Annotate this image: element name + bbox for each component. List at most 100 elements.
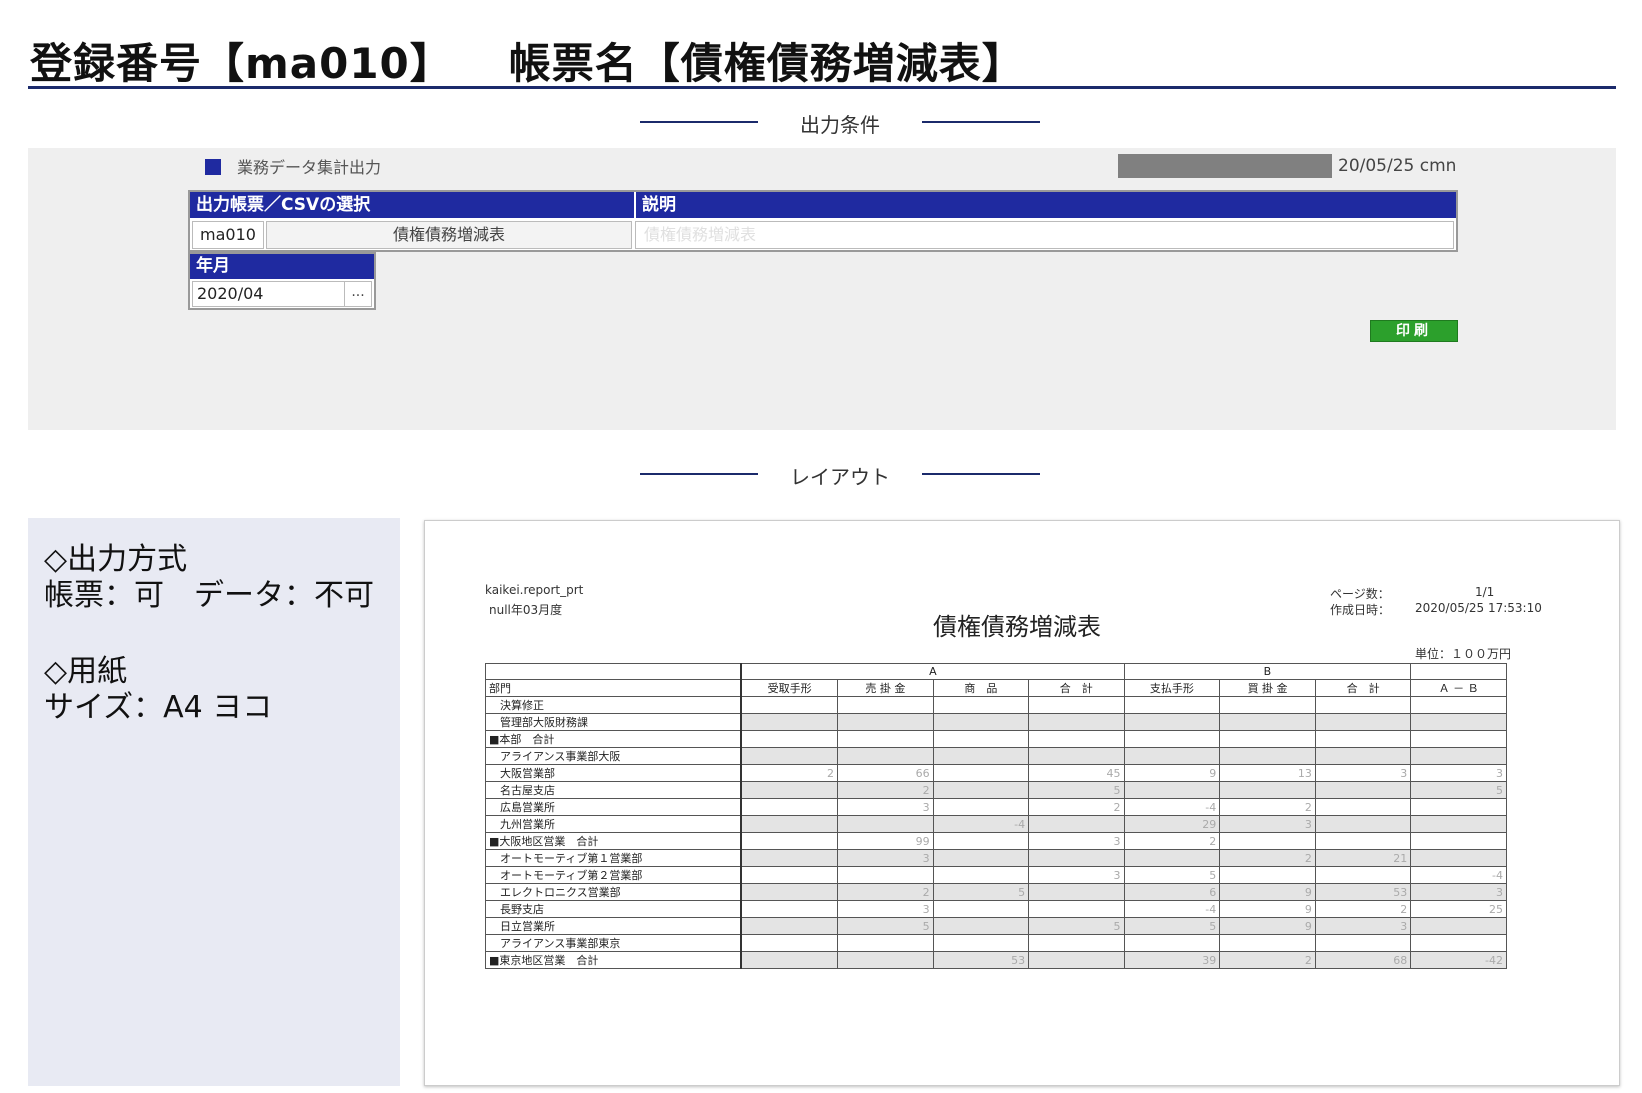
unit-label: 単位：１００万円 xyxy=(1415,647,1512,661)
report-value-cell: 53 xyxy=(932,951,1030,969)
report-row: 広島営業所 3 2 -4 2 xyxy=(485,798,1507,816)
report-code-field[interactable]: ma010 xyxy=(192,221,264,249)
report-value-cell xyxy=(1410,934,1507,952)
report-dept-cell: 九州営業所 xyxy=(485,815,743,833)
report-value-cell: -4 xyxy=(1123,900,1221,918)
report-value-cell xyxy=(932,866,1030,884)
report-value-cell xyxy=(1028,849,1125,867)
report-value-cell: 2 xyxy=(740,764,839,782)
date-user-stamp: 20/05/25 cmn xyxy=(1338,156,1457,176)
report-value-cell: 3 xyxy=(1410,764,1507,782)
year-month-table: 年月 2020/04 ... xyxy=(188,252,376,310)
report-table: A B 部門 受取手形売 掛 金商 品合 計支払手形買 掛 金合 計Ａ － Ｂ 決算修正… xyxy=(485,663,1507,969)
report-value-cell xyxy=(1410,696,1507,714)
page-count-label: ページ数： xyxy=(1330,587,1390,601)
report-row: ■大阪地区営業 合計 99 3 2 xyxy=(485,832,1507,850)
report-value-cell: 39 xyxy=(1123,951,1221,969)
form-name: 帳票名【債権債務増減表】 xyxy=(508,39,1025,88)
report-row: 九州営業所 -4 29 3 xyxy=(485,815,1507,833)
report-value-cell xyxy=(1123,849,1221,867)
report-column-header: 売 掛 金 xyxy=(837,679,934,697)
report-row: オートモーティブ第１営業部 3 2 21 xyxy=(485,849,1507,867)
report-value-cell xyxy=(837,713,934,731)
divider xyxy=(922,473,1040,475)
report-value-cell: -4 xyxy=(932,815,1030,833)
report-value-cell xyxy=(1314,934,1412,952)
report-value-cell xyxy=(1028,815,1125,833)
report-value-cell xyxy=(740,883,839,901)
page-count-value: 1/1 xyxy=(1475,585,1495,599)
report-value-cell xyxy=(740,832,839,850)
redacted-user-box xyxy=(1118,154,1332,178)
report-value-cell xyxy=(837,747,934,765)
report-value-cell xyxy=(1028,934,1125,952)
output-info-panel: ◇出力方式 帳票：可 データ：不可 ◇用紙 サイズ：A4 ヨコ xyxy=(28,518,400,1086)
report-title: 債権債務増減表 xyxy=(933,613,1101,641)
year-month-picker-button[interactable]: ... xyxy=(344,281,372,307)
report-value-cell xyxy=(932,934,1030,952)
report-value-cell xyxy=(740,917,839,935)
created-at-value: 2020/05/25 17:53:10 xyxy=(1415,601,1542,615)
page-title: 登録番号【ma010】 帳票名【債権債務増減表】 xyxy=(30,30,1025,91)
report-value-cell xyxy=(1028,900,1125,918)
report-value-cell xyxy=(1219,696,1316,714)
report-dept-cell: 名古屋支店 xyxy=(485,781,743,799)
report-value-cell: 2 xyxy=(1028,798,1125,816)
report-value-cell xyxy=(932,900,1030,918)
report-value-cell xyxy=(740,951,839,969)
section-heading-conditions: 出力条件 xyxy=(640,106,1040,137)
year-month-header: 年月 xyxy=(190,254,374,279)
report-value-cell xyxy=(740,781,839,799)
report-value-cell xyxy=(740,815,839,833)
report-value-cell xyxy=(1219,832,1316,850)
report-value-cell: 29 xyxy=(1123,815,1221,833)
report-value-cell: 3 xyxy=(1314,917,1412,935)
report-value-cell: 3 xyxy=(1219,815,1316,833)
report-value-cell xyxy=(837,815,934,833)
report-value-cell xyxy=(932,730,1030,748)
report-row: 決算修正 xyxy=(485,696,1507,714)
report-value-cell xyxy=(1410,798,1507,816)
report-dept-cell: 決算修正 xyxy=(485,696,743,714)
report-value-cell: 9 xyxy=(1219,900,1316,918)
report-value-cell: 3 xyxy=(837,798,934,816)
report-row: 名古屋支店 2 5 5 xyxy=(485,781,1507,799)
report-value-cell xyxy=(1219,866,1316,884)
title-underline xyxy=(28,86,1616,89)
report-value-cell xyxy=(1314,815,1412,833)
print-button[interactable]: 印刷 xyxy=(1370,320,1458,342)
report-dept-cell: ■東京地区営業 合計 xyxy=(485,951,743,969)
report-value-cell: 3 xyxy=(1314,764,1412,782)
year-month-input[interactable]: 2020/04 xyxy=(192,281,346,307)
report-dept-cell: アライアンス事業部大阪 xyxy=(485,747,743,765)
report-value-cell: 13 xyxy=(1219,764,1316,782)
select-header: 出力帳票／CSVの選択 xyxy=(190,192,634,218)
report-value-cell xyxy=(1410,713,1507,731)
report-value-cell: 9 xyxy=(1219,917,1316,935)
report-value-cell: -4 xyxy=(1123,798,1221,816)
report-value-cell xyxy=(1410,832,1507,850)
app-title: 業務データ集計出力 xyxy=(205,154,381,178)
report-period: null年03月度 xyxy=(489,603,563,617)
report-value-cell: 2 xyxy=(1314,900,1412,918)
report-value-cell xyxy=(837,866,934,884)
report-dept-cell: ■大阪地区営業 合計 xyxy=(485,832,743,850)
report-name-field[interactable]: 債権債務増減表 xyxy=(266,221,632,249)
report-value-cell xyxy=(1314,866,1412,884)
description-header: 説明 xyxy=(634,192,1456,218)
report-value-cell xyxy=(740,696,839,714)
report-column-header: 受取手形 xyxy=(740,679,839,697)
report-value-cell xyxy=(740,934,839,952)
report-value-cell: 25 xyxy=(1410,900,1507,918)
report-header-blank xyxy=(485,663,743,680)
report-value-cell: 2 xyxy=(1123,832,1221,850)
report-value-cell: 3 xyxy=(837,849,934,867)
report-select-table: 出力帳票／CSVの選択 説明 ma010 債権債務増減表 債権債務増減表 xyxy=(188,190,1458,252)
report-value-cell: 2 xyxy=(837,781,934,799)
report-program-name: kaikei.report_prt xyxy=(485,583,584,597)
report-value-cell xyxy=(740,866,839,884)
report-value-cell xyxy=(1314,747,1412,765)
report-value-cell: 5 xyxy=(1028,781,1125,799)
report-value-cell xyxy=(1410,815,1507,833)
report-value-cell xyxy=(1410,747,1507,765)
